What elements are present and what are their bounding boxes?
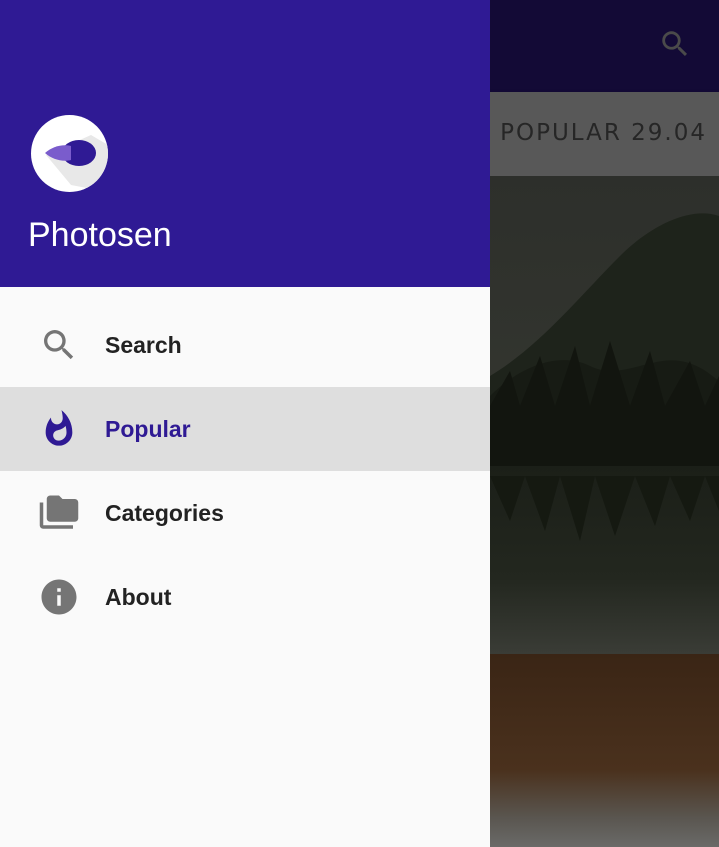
drawer-item-about[interactable]: About: [0, 555, 490, 639]
search-icon: [38, 324, 80, 366]
info-icon: [38, 576, 80, 618]
section-title: POPULAR 29.04: [500, 120, 707, 146]
screen: POPULAR 29.04 Photosen Search Popular Ca…: [0, 0, 719, 847]
photosen-logo-icon: [31, 115, 108, 192]
toolbar-search-button[interactable]: [653, 22, 697, 66]
drawer-item-label: About: [105, 583, 172, 610]
drawer-menu: Search Popular Categories About: [0, 303, 490, 639]
drawer-item-popular[interactable]: Popular: [0, 387, 490, 471]
drawer-item-label: Search: [105, 331, 182, 358]
drawer-item-categories[interactable]: Categories: [0, 471, 490, 555]
folders-icon: [38, 492, 80, 534]
fire-icon: [38, 408, 80, 450]
app-name: Photosen: [28, 216, 172, 254]
navigation-drawer: Photosen Search Popular Categories About: [0, 0, 490, 847]
drawer-item-search[interactable]: Search: [0, 303, 490, 387]
drawer-item-label: Categories: [105, 499, 224, 526]
drawer-item-label: Popular: [105, 415, 191, 442]
drawer-header: Photosen: [0, 0, 490, 287]
search-icon: [662, 31, 688, 57]
